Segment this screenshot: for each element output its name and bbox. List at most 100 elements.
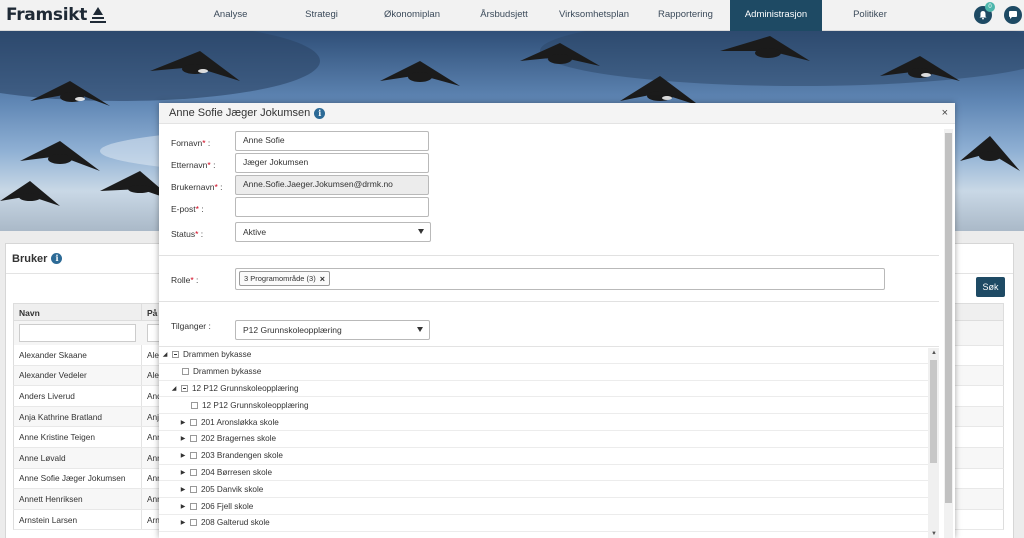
tree-node[interactable]: 12 P12 Grunnskoleopplæring [159, 397, 928, 415]
tree-node[interactable]: ◢ Drammen bykasse [159, 347, 928, 364]
modal-scrollbar-thumb[interactable] [945, 133, 952, 503]
close-icon[interactable]: × [942, 107, 948, 119]
rolle-label-text: Rolle [171, 275, 191, 285]
tree-node-label: 206 Fjell skole [201, 501, 254, 511]
etternavn-label: Etternavn* : [171, 160, 216, 170]
status-select[interactable]: Aktive [235, 222, 431, 242]
tab-strategi[interactable]: Strategi [293, 0, 350, 31]
tree-checkbox[interactable] [190, 468, 197, 476]
required-marker: * [202, 138, 206, 148]
collapse-arrow-icon[interactable]: ◢ [161, 351, 169, 358]
cell-second: Arn [147, 514, 160, 525]
expand-arrow-icon[interactable]: ▶ [179, 419, 187, 426]
tree-checkbox[interactable] [190, 418, 197, 426]
role-chip: 3 Programområde (3) × [239, 271, 330, 286]
required-marker: * [195, 204, 199, 214]
access-tree: ◢ Drammen bykasse Drammen bykasse ◢ 12 P… [159, 346, 939, 538]
framsikt-logo[interactable]: Framsikt [6, 4, 107, 26]
remove-chip-icon[interactable]: × [320, 274, 325, 284]
tree-node[interactable]: ◢ 12 P12 Grunnskoleopplæring [159, 381, 928, 398]
divider [159, 301, 939, 302]
name-filter-input[interactable] [19, 324, 136, 342]
rolle-multiselect[interactable] [235, 268, 885, 290]
cell-name: Anja Kathrine Bratland [14, 406, 142, 427]
epost-input[interactable] [235, 197, 429, 217]
rolle-label: Rolle* : [171, 275, 199, 285]
cell-name: Anders Liverud [14, 386, 142, 406]
expand-arrow-icon[interactable]: ▶ [179, 503, 187, 510]
tree-scrollbar-thumb[interactable] [930, 360, 937, 463]
cell-second: Ann [147, 473, 160, 484]
brukernavn-input: Anne.Sofie.Jaeger.Jokumsen@drmk.no [235, 175, 429, 195]
etternavn-label-text: Etternavn [171, 160, 208, 170]
info-icon[interactable]: i [314, 107, 326, 119]
expand-arrow-icon[interactable]: ▶ [179, 519, 187, 526]
scroll-down-icon[interactable]: ▼ [931, 531, 937, 537]
tree-node-label: Drammen bykasse [183, 350, 252, 360]
tab-arsbudsjett[interactable]: Årsbudsjett [470, 0, 538, 31]
search-button[interactable]: Søk [976, 277, 1005, 297]
status-label-text: Status [171, 229, 196, 239]
chat-button[interactable] [1004, 6, 1022, 24]
tree-node[interactable]: ▶ 208 Galterud skole [159, 515, 928, 532]
tree-checkbox[interactable] [190, 452, 197, 460]
info-icon[interactable]: i [51, 253, 63, 264]
tree-node[interactable]: ▶ 203 Brandengen skole [159, 448, 928, 465]
tab-rapportering[interactable]: Rapportering [652, 0, 719, 31]
column-header-navn[interactable]: Navn [14, 304, 142, 320]
tab-politiker[interactable]: Politiker [841, 0, 899, 31]
role-chip-label: 3 Programområde (3) [244, 274, 316, 283]
tree-node-label: 201 Aronsløkka skole [201, 417, 279, 427]
chevron-down-icon [417, 327, 423, 332]
epost-label-text: E-post [171, 204, 196, 214]
tree-checkbox[interactable] [172, 351, 179, 359]
tree-node[interactable]: ▶ 205 Danvik skole [159, 481, 928, 499]
brukernavn-label-text: Brukernavn [171, 182, 215, 192]
notification-count-badge: 0 [985, 2, 995, 12]
tree-node-label: Drammen bykasse [193, 367, 262, 377]
tilganger-select-value: P12 Grunnskoleopplæring [243, 325, 342, 335]
fornavn-input[interactable]: Anne Sofie [235, 131, 429, 151]
scroll-up-icon[interactable]: ▲ [931, 350, 937, 356]
etternavn-input[interactable]: Jæger Jokumsen [235, 153, 429, 173]
bell-icon [979, 11, 987, 20]
cell-name: Arnstein Larsen [14, 509, 142, 530]
tilganger-select[interactable]: P12 Grunnskoleopplæring [235, 320, 430, 340]
modal-title: Anne Sofie Jæger Jokumsen [169, 107, 311, 119]
tab-virksomhetsplan[interactable]: Virksomhetsplan [556, 0, 632, 31]
fornavn-label: Fornavn* : [171, 138, 211, 148]
cell-second: Anj [147, 411, 159, 422]
tab-administrasjon[interactable]: Administrasjon [730, 0, 822, 31]
expand-arrow-icon[interactable]: ▶ [179, 486, 187, 493]
tree-checkbox[interactable] [182, 368, 189, 376]
tab-okonomiplan[interactable]: Økonomiplan [378, 0, 446, 31]
tree-checkbox[interactable] [190, 485, 197, 493]
expand-arrow-icon[interactable]: ▶ [179, 435, 187, 442]
tree-node[interactable]: Drammen bykasse [159, 364, 928, 381]
tree-node[interactable]: ▶ 204 Børresen skole [159, 465, 928, 482]
expand-arrow-icon[interactable]: ▶ [179, 452, 187, 459]
tree-scrollbar[interactable]: ▲ ▼ [928, 348, 939, 538]
tree-node[interactable]: ▶ 202 Bragernes skole [159, 431, 928, 448]
tree-checkbox[interactable] [190, 435, 197, 443]
tilganger-label: Tilganger : [171, 321, 211, 331]
tree-checkbox[interactable] [191, 401, 198, 409]
required-marker: * [214, 182, 218, 192]
epost-label: E-post* : [171, 204, 204, 214]
tree-node[interactable]: ▶ 201 Aronsløkka skole [159, 414, 928, 431]
logo-mark-icon [90, 7, 107, 23]
tree-node[interactable]: ▶ 206 Fjell skole [159, 498, 928, 515]
modal-scrollbar[interactable] [944, 129, 953, 538]
tree-checkbox[interactable] [181, 384, 188, 392]
tree-node-label: 208 Galterud skole [201, 518, 270, 528]
expand-arrow-icon[interactable]: ▶ [179, 469, 187, 476]
collapse-arrow-icon[interactable]: ◢ [170, 385, 178, 392]
tab-analyse[interactable]: Analyse [202, 0, 259, 31]
modal-header: Anne Sofie Jæger Jokumsen i [159, 103, 955, 124]
cell-second: Ann [147, 432, 160, 443]
tree-node-label: 204 Børresen skole [201, 467, 272, 477]
tree-checkbox[interactable] [190, 519, 197, 527]
tree-checkbox[interactable] [190, 502, 197, 510]
fornavn-label-text: Fornavn [171, 138, 203, 148]
notifications-button[interactable]: 0 [974, 2, 995, 24]
